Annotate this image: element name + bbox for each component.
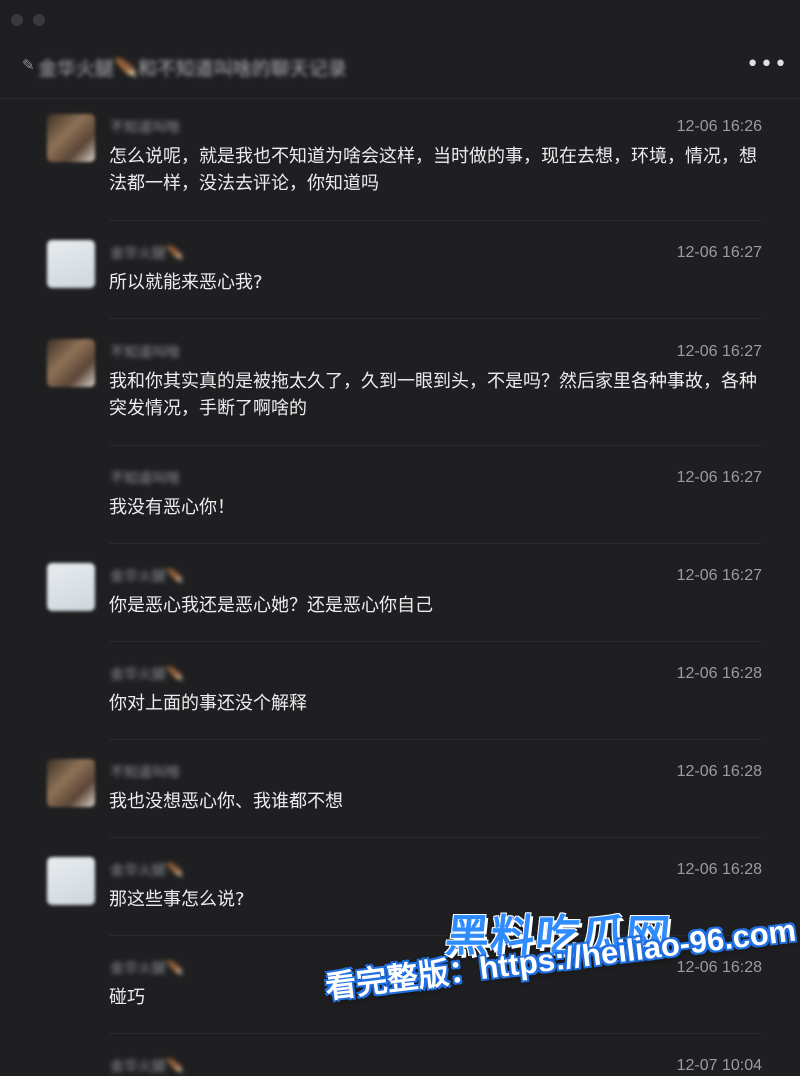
avatar[interactable] xyxy=(47,759,95,807)
message-text: 你对上面的事还没个解释 xyxy=(109,693,307,714)
window-toolbar xyxy=(0,0,800,36)
sender-name: 不知道叫啥 xyxy=(110,345,180,361)
avatar[interactable] xyxy=(47,339,95,387)
sender-name: 金华火腿🪶 xyxy=(110,569,184,585)
more-options-icon[interactable]: ••• xyxy=(746,52,788,77)
sender-name: 不知道叫啥 xyxy=(110,765,180,781)
chat-history-window: ✎ 金华火腿🪶和不知道叫啥的聊天记录 ••• 不知道叫啥 12-06 16:26… xyxy=(0,0,800,1075)
message-time: 12-06 16:27 xyxy=(676,469,762,486)
avatar[interactable] xyxy=(47,240,95,288)
divider xyxy=(109,739,762,740)
sender-name: 金华火腿🪶 xyxy=(110,961,184,977)
message-time: 12-06 16:27 xyxy=(676,343,762,360)
sender-name: 金华火腿🪶 xyxy=(110,246,184,262)
message-time: 12-06 16:27 xyxy=(676,244,762,261)
avatar[interactable] xyxy=(47,857,95,905)
message-time: 12-07 10:04 xyxy=(676,1057,762,1074)
message-text: 我没有恶心你！ xyxy=(109,497,235,518)
message-time: 12-06 16:28 xyxy=(676,665,762,682)
divider xyxy=(109,837,762,838)
pen-icon: ✎ xyxy=(22,56,35,74)
sender-name: 不知道叫啥 xyxy=(110,471,180,487)
divider xyxy=(109,641,762,642)
message-time: 12-06 16:26 xyxy=(676,118,762,135)
avatar[interactable] xyxy=(47,563,95,611)
sender-name: 金华火腿🪶 xyxy=(110,863,184,879)
sender-name: 不知道叫啥 xyxy=(110,120,180,136)
sender-name: 金华火腿🪶 xyxy=(110,667,184,683)
divider xyxy=(109,220,762,221)
message-time: 12-06 16:28 xyxy=(676,861,762,878)
message-text: 所以就能来恶心我? xyxy=(109,272,263,293)
chat-title-bar: ✎ 金华火腿🪶和不知道叫啥的聊天记录 ••• xyxy=(0,36,800,99)
chat-title: 金华火腿🪶和不知道叫啥的聊天记录 xyxy=(38,58,347,80)
sender-name: 金华火腿🪶 xyxy=(110,1059,184,1075)
window-close-button[interactable] xyxy=(11,14,23,26)
window-minimize-button[interactable] xyxy=(33,14,45,26)
avatar[interactable] xyxy=(47,114,95,162)
message-time: 12-06 16:28 xyxy=(676,763,762,780)
message-text: 我和你其实真的是被拖太久了，久到一眼到头，不是吗？然后家里各种事故，各种突发情况… xyxy=(109,371,757,419)
message-text: 怎么说呢，就是我也不知道为啥会这样，当时做的事，现在去想，环境，情况，想法都一样… xyxy=(109,146,757,194)
divider xyxy=(109,543,762,544)
message-text: 你是恶心我还是恶心她？还是恶心你自己 xyxy=(109,595,433,616)
divider xyxy=(109,318,762,319)
message-time: 12-06 16:27 xyxy=(676,567,762,584)
divider xyxy=(109,1033,762,1034)
message-text: 我也没想恶心你、我谁都不想 xyxy=(109,791,343,812)
divider xyxy=(109,445,762,446)
